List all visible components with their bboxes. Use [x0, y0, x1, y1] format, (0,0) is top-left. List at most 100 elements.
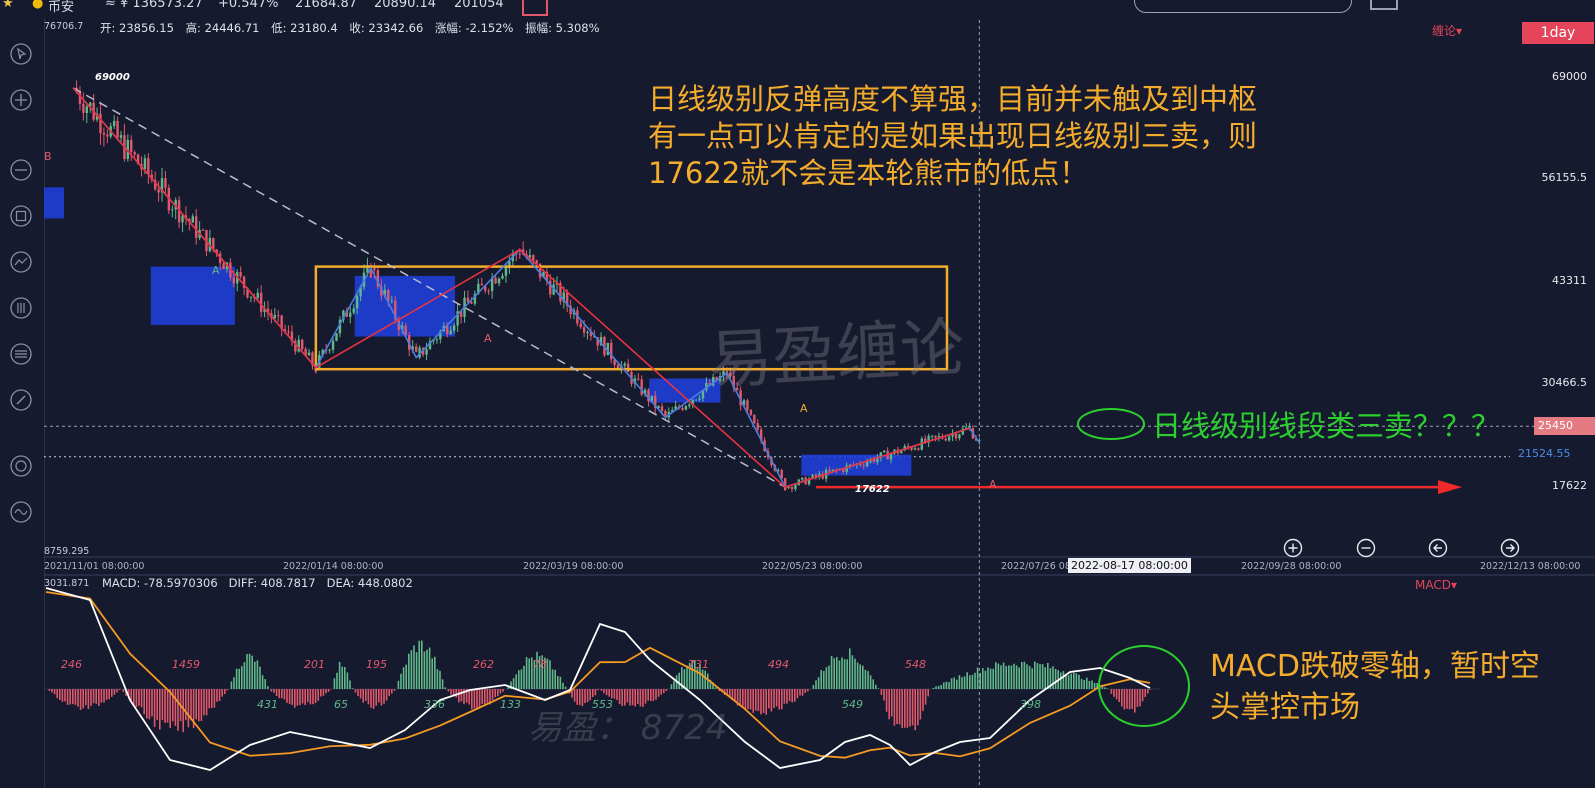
candle-body [780, 470, 783, 479]
macd-bar [177, 689, 179, 731]
candle-body [518, 253, 521, 256]
macd-bar [528, 658, 530, 689]
macd-bar [378, 689, 380, 703]
candle-body [277, 315, 280, 317]
date-tick: 2022/07/26 08 [1001, 561, 1071, 572]
macd-bar [523, 665, 525, 689]
macd-bar [1021, 662, 1023, 689]
macd-bar [164, 689, 166, 723]
watermark: 易盈缠论 [706, 311, 967, 399]
macd-bar [1044, 667, 1046, 689]
chanlun-indicator-label[interactable]: 缠论▾ [1432, 22, 1462, 39]
macd-bar [518, 670, 520, 689]
pivot-label: A [989, 478, 997, 491]
macd-value: MACD: -78.5970306 [102, 576, 218, 590]
macd-bar [1008, 665, 1010, 689]
macd-bar [1149, 689, 1152, 690]
macd-bar [61, 689, 64, 702]
macd-bar [146, 689, 148, 719]
macd-bar [914, 689, 916, 731]
macd-bar [885, 689, 888, 712]
macd-bar [100, 689, 103, 703]
annotation-line: 17622就不会是本轮熊市的低点！ [648, 156, 1089, 190]
macd-bar [1106, 688, 1109, 689]
macd-bar [1039, 664, 1041, 689]
candle-body [259, 292, 263, 312]
macd-bar [1147, 689, 1149, 694]
macd-bar [471, 689, 473, 710]
price-tick: 30466.5 [1541, 376, 1588, 389]
macd-area-label: 195 [366, 658, 387, 671]
candle-body [349, 312, 352, 317]
macd-bar [945, 681, 948, 689]
annotation-line: 日线级别反弹高度不算强，目前并未触及到中枢 [648, 82, 1258, 116]
macd-bar [950, 678, 953, 689]
macd-bar [875, 684, 877, 689]
candle-body [85, 106, 89, 113]
macd-bar [997, 663, 1000, 689]
macd-bar [74, 689, 77, 705]
macd-bar [856, 662, 859, 689]
macd-bar [987, 667, 989, 689]
support-arrow-head [1438, 480, 1462, 495]
macd-bar [867, 671, 869, 689]
macd-bar [320, 689, 322, 697]
date-tick: 2022/05/23 08:00:00 [762, 561, 863, 572]
macd-bar [200, 689, 203, 721]
candle-body [425, 349, 428, 355]
candle-body [487, 290, 490, 292]
macd-bar [828, 665, 830, 689]
candle-body [626, 363, 630, 372]
macd-bar [372, 689, 375, 709]
macd-bar [783, 689, 786, 704]
candle-body [790, 486, 794, 490]
zoom-out-button[interactable] [1356, 538, 1376, 558]
macd-bar [111, 689, 113, 697]
candle-body [328, 349, 331, 351]
pivot-label: A [212, 264, 220, 277]
macd-bar [338, 661, 341, 689]
candle-body [947, 436, 951, 441]
third-sell-note: 日线级别线段类三卖？？？ [1152, 409, 1501, 443]
macd-bar [755, 689, 757, 711]
macd-bar [130, 689, 132, 701]
macd-bar [872, 679, 874, 689]
macd-bar [778, 689, 780, 710]
macd-bar [230, 681, 233, 689]
macd-bar [294, 689, 296, 708]
candle-body [934, 435, 937, 438]
macd-bar [1054, 668, 1057, 689]
macd-bar [791, 689, 793, 703]
scroll-left-button[interactable] [1428, 538, 1448, 558]
macd-bar [185, 689, 187, 721]
macd-indicator-label[interactable]: MACD▾ [1415, 578, 1457, 592]
macd-bar [499, 689, 502, 694]
macd-bar [143, 689, 145, 715]
macd-bar [286, 689, 288, 703]
macd-bar [1002, 662, 1005, 689]
macd-bar [1123, 689, 1126, 710]
macd-bar [859, 664, 861, 689]
macd-bar [1080, 678, 1083, 689]
macd-bar [444, 687, 446, 689]
macd-bar [804, 689, 806, 693]
macd-bar [259, 666, 261, 689]
macd-bar [410, 650, 413, 689]
scroll-right-button[interactable] [1500, 538, 1520, 558]
macd-bar [273, 689, 275, 693]
macd-bar [205, 689, 208, 716]
macd-bar [898, 689, 901, 725]
macd-bar [1113, 689, 1115, 697]
date-tick: 2022/03/19 08:00:00 [523, 561, 624, 572]
macd-bar [283, 689, 286, 700]
macd-bar [264, 679, 266, 689]
candle-body [352, 308, 355, 313]
candle-body [106, 134, 109, 137]
candle-body [694, 399, 698, 401]
macd-bar [770, 689, 773, 712]
macd-bar [1075, 673, 1078, 689]
macd-bar [491, 689, 494, 700]
macd-bar [734, 689, 736, 701]
zoom-in-button[interactable] [1283, 538, 1303, 558]
macd-bar [362, 689, 364, 703]
